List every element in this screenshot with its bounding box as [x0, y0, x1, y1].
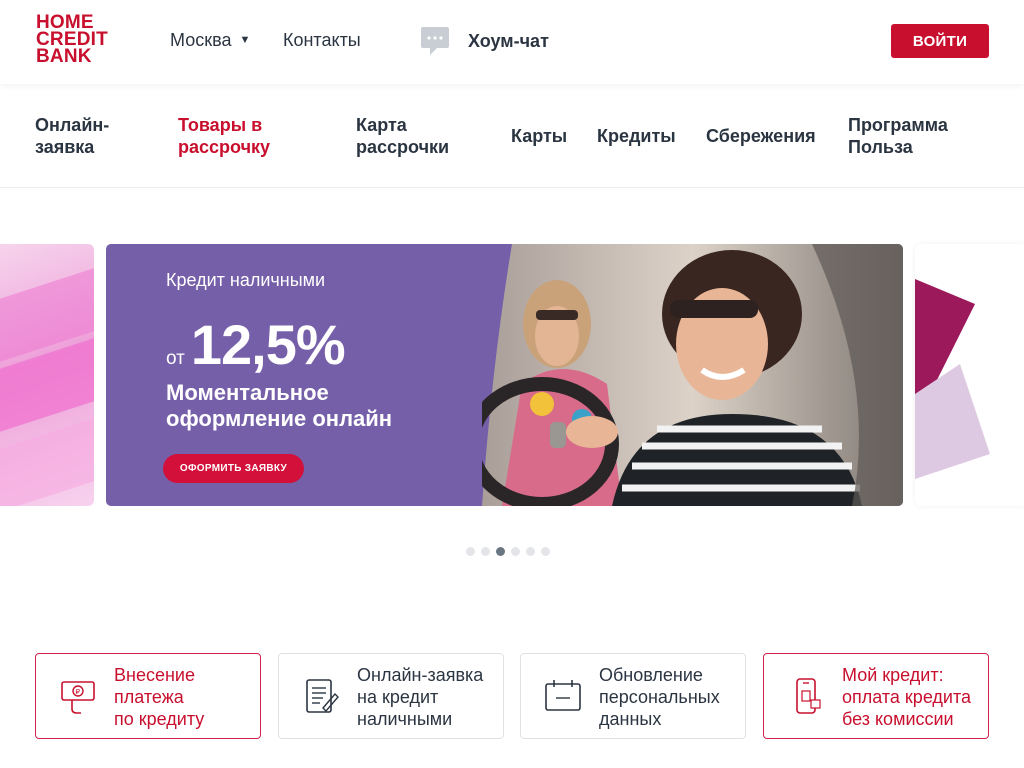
nav-label-line: заявка	[35, 137, 95, 157]
apply-button[interactable]: ОФОРМИТЬ ЗАЯВКУ	[163, 454, 304, 483]
carousel-pagination	[466, 547, 550, 556]
city-selector[interactable]: Москва ▼	[170, 30, 250, 51]
promo-subtitle: Моментальное оформление онлайн	[166, 380, 393, 431]
nav-item-installment-card[interactable]: Карта рассрочки	[356, 114, 449, 158]
card-line: платежа	[114, 687, 184, 707]
nav-item-credits[interactable]: Кредиты	[597, 125, 676, 147]
next-slide-graphic	[915, 279, 990, 479]
nav-label-line: Товары в	[178, 115, 263, 135]
card-update-personal-data[interactable]: Обновление персональных данных	[520, 653, 746, 739]
promo-rate: от 12,5%	[166, 312, 346, 377]
carousel-dot-active[interactable]	[496, 547, 505, 556]
contacts-link[interactable]: Контакты	[283, 30, 361, 51]
card-loan-payment[interactable]: ₽ Внесение платежа по кредиту	[35, 653, 261, 739]
site-header: HOME CREDIT BANK Москва ▼ Контакты Хоум-…	[0, 0, 1024, 84]
promo-kicker: Кредит наличными	[166, 270, 326, 290]
document-icon	[306, 679, 339, 713]
nav-label-line: Программа	[848, 115, 948, 135]
card-line: оплата кредита	[842, 687, 972, 707]
card-line: персональных	[599, 687, 720, 707]
card-line: по кредиту	[114, 709, 205, 729]
decorative-stripe	[0, 413, 94, 506]
card-line: на кредит	[357, 687, 439, 707]
card-online-application[interactable]: Онлайн-заявка на кредит наличными	[278, 653, 504, 739]
main-navigation: Онлайн- заявка Товары в рассрочку Карта …	[0, 84, 1024, 188]
rate-value: 12,5%	[190, 313, 346, 376]
card-line: Мой кредит:	[842, 665, 944, 685]
logo-line-bank: BANK	[36, 46, 92, 67]
rate-prefix: от	[166, 348, 185, 369]
nav-item-goods-installment[interactable]: Товары в рассрочку	[178, 114, 270, 158]
carousel-dot[interactable]	[466, 547, 475, 556]
nav-item-savings[interactable]: Сбережения	[706, 125, 816, 147]
chat-bubble-icon	[421, 27, 449, 55]
city-label: Москва	[170, 30, 232, 50]
payment-icon: ₽	[61, 681, 95, 714]
card-text: Онлайн-заявка на кредит наличными	[357, 664, 503, 730]
nav-label-line: Онлайн-	[35, 115, 110, 135]
active-promo-slide[interactable]: Кредит наличными от 12,5% Моментальное о…	[106, 244, 903, 506]
card-line: без комиссии	[842, 709, 954, 729]
login-button[interactable]: ВОЙТИ	[891, 24, 989, 58]
card-line: Онлайн-заявка	[357, 665, 484, 685]
carousel-dot[interactable]	[541, 547, 550, 556]
carousel-dot[interactable]	[526, 547, 535, 556]
nav-label-line: Карта	[356, 115, 407, 135]
card-text: Внесение платежа по кредиту	[114, 664, 260, 730]
chat-label: Хоум-чат	[468, 30, 549, 51]
promo-carousel: Кредит наличными от 12,5% Моментальное о…	[0, 244, 1024, 506]
card-my-credit[interactable]: Мой кредит: оплата кредита без комиссии	[763, 653, 989, 739]
previous-slide[interactable]	[0, 244, 94, 506]
carousel-dot[interactable]	[511, 547, 520, 556]
home-credit-bank-logo[interactable]: HOME CREDIT BANK	[36, 13, 126, 67]
card-line: наличными	[357, 709, 453, 729]
svg-text:₽: ₽	[76, 688, 81, 696]
nav-label-line: рассрочку	[178, 137, 271, 157]
carousel-dot[interactable]	[481, 547, 490, 556]
nav-item-polza-program[interactable]: Программа Польза	[848, 114, 948, 158]
phone-icon	[796, 678, 821, 714]
nav-item-cards[interactable]: Карты	[511, 125, 567, 147]
nav-item-online-application[interactable]: Онлайн- заявка	[35, 114, 109, 158]
nav-label-line: рассрочки	[356, 137, 450, 157]
card-line: Обновление	[599, 665, 703, 685]
card-line: данных	[599, 709, 662, 729]
promo-photo-women-in-car	[482, 244, 903, 506]
card-line: Внесение	[114, 665, 195, 685]
home-chat-link[interactable]: Хоум-чат	[420, 26, 549, 56]
nav-label-line: Польза	[848, 137, 913, 157]
caret-down-icon: ▼	[239, 34, 251, 46]
calendar-icon	[545, 680, 581, 711]
next-slide[interactable]	[915, 244, 1024, 506]
card-text: Обновление персональных данных	[599, 664, 745, 730]
card-text: Мой кредит: оплата кредита без комиссии	[842, 664, 988, 730]
